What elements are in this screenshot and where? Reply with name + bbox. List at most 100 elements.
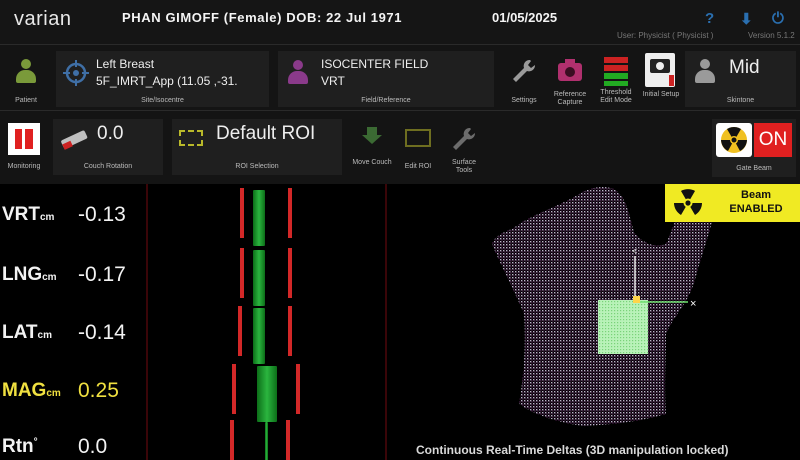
site-plan: 5F_IMRT_App (11.05 ,-31. [96, 74, 238, 88]
site-caption: Site/Isocentre [141, 97, 184, 104]
svg-text:<: < [632, 246, 637, 256]
surface-3d-view[interactable]: × < [404, 184, 800, 460]
gate-beam-label: Gate Beam [736, 165, 772, 172]
skintone-selector[interactable]: Mid Skintone [685, 51, 796, 107]
site-isocentre-selector[interactable]: Left Breast 5F_IMRT_App (11.05 ,-31. Sit… [56, 51, 269, 107]
readout-label-mag: MAGcm [2, 380, 61, 401]
reference-capture-button[interactable]: Reference Capture [548, 51, 592, 109]
panel-divider-right [385, 184, 387, 460]
readout-value-rtn: 0.0 [78, 435, 108, 458]
field-reference: VRT [321, 74, 345, 88]
threshold-label: Threshold Edit Mode [600, 89, 632, 104]
initial-setup-button[interactable]: Initial Setup [642, 51, 680, 109]
readout-label-lat: LATcm [2, 322, 52, 343]
move-couch-label: Move Couch [352, 159, 392, 166]
monitoring-button[interactable]: Monitoring [4, 119, 44, 181]
edit-roi-label: Edit ROI [404, 163, 432, 170]
toolbar-row-1: Patient Left Breast 5F_IMRT_App (11.05 ,… [0, 44, 800, 110]
surface-tools-icon [453, 127, 476, 150]
couch-rotation-field[interactable]: 0.0 Couch Rotation [53, 119, 163, 175]
site-name: Left Breast [96, 57, 155, 71]
user-label: User: Physicist ( Physicist ) [617, 31, 714, 40]
delta-bar [257, 366, 277, 422]
surface-tools-label: Surface Tools [451, 159, 477, 174]
varian-logo: varian [14, 8, 72, 30]
svg-text:×: × [690, 298, 696, 310]
tolerance-mark [288, 306, 292, 356]
initial-setup-icon [645, 53, 675, 87]
move-couch-icon [362, 127, 382, 144]
gate-on-toggle[interactable]: ON [754, 123, 792, 157]
title-bar: varian PHAN GIMOFF (Female) DOB: 22 Jul … [0, 0, 800, 44]
skintone-value: Mid [729, 57, 760, 78]
view-caption: Continuous Real-Time Deltas (3D manipula… [416, 443, 729, 457]
beam-label: Beam [741, 189, 771, 201]
monitoring-label: Monitoring [7, 163, 41, 170]
version-label: Version 5.1.2 [748, 31, 795, 40]
tolerance-mark [296, 364, 300, 414]
patient-icon [15, 59, 37, 83]
readout-value-mag: 0.25 [78, 379, 119, 402]
delta-bar [253, 308, 266, 364]
skintone-person-icon [694, 59, 716, 83]
panel-divider-left [146, 184, 148, 460]
point-cloud-render: × < [492, 187, 714, 426]
field-reference-selector[interactable]: ISOCENTER FIELD VRT Field/Reference [278, 51, 494, 107]
monitoring-icon [8, 123, 40, 155]
tolerance-mark [288, 248, 292, 298]
help-icon[interactable]: ? [705, 10, 714, 27]
readout-value-lat: -0.14 [78, 321, 126, 344]
settings-button[interactable]: Settings [504, 51, 544, 107]
couch-rotation-icon [61, 130, 88, 150]
patient-label: Patient [15, 97, 37, 104]
toolbar-row-2: Monitoring 0.0 Couch Rotation Default RO… [0, 110, 800, 184]
roi-label: ROI Selection [235, 163, 279, 170]
tolerance-mark [240, 248, 244, 298]
couch-rotation-value: 0.0 [97, 123, 124, 144]
edit-roi-icon [405, 129, 431, 147]
power-icon[interactable]: ⏻ [772, 10, 784, 27]
tolerance-mark [240, 188, 244, 238]
wrench-icon [513, 59, 536, 82]
camera-icon [558, 59, 582, 81]
delta-bar [252, 250, 265, 306]
beam-radiation-icon [674, 189, 702, 215]
tolerance-mark [288, 188, 292, 238]
deltas-panel: VRTcm -0.13 LNGcm -0.17 LATcm -0.14 MAGcm 0.25 R… [0, 184, 403, 460]
threshold-icon [604, 57, 628, 86]
readout-label-vrt: VRTcm [2, 204, 55, 225]
roi-selection-field[interactable]: Default ROI ROI Selection [172, 119, 342, 175]
move-couch-button[interactable]: Move Couch [352, 119, 392, 181]
crosshair-icon [63, 60, 89, 86]
readout-label-lng: LNGcm [2, 264, 57, 285]
patient-button[interactable]: Patient [4, 51, 48, 107]
gate-beam-control[interactable]: ON Gate Beam [712, 119, 796, 177]
delta-bar [264, 422, 268, 460]
delta-bar [253, 190, 266, 246]
readout-value-lng: -0.17 [78, 263, 126, 286]
download-icon[interactable]: ⬇ [740, 10, 753, 28]
readout-value-vrt: -0.13 [78, 203, 126, 226]
roi-value: Default ROI [216, 123, 316, 144]
field-name: ISOCENTER FIELD [321, 57, 429, 71]
readout-label-rtn: Rtn° [2, 436, 38, 457]
field-caption: Field/Reference [361, 97, 411, 104]
tolerance-mark [230, 420, 234, 460]
edit-roi-button[interactable]: Edit ROI [398, 119, 438, 181]
beam-enabled-indicator: Beam ENABLED [665, 184, 800, 222]
settings-label: Settings [511, 97, 537, 104]
beam-status: ENABLED [729, 203, 783, 215]
date-header: 01/05/2025 [492, 10, 558, 25]
threshold-edit-button[interactable]: Threshold Edit Mode [596, 51, 636, 109]
skintone-label: Skintone [726, 97, 755, 104]
couch-rotation-label: Couch Rotation [83, 163, 133, 170]
roi-box-icon [179, 130, 203, 146]
reference-capture-label: Reference Capture [553, 91, 587, 106]
tolerance-mark [286, 420, 290, 460]
surface-tools-button[interactable]: Surface Tools [443, 119, 485, 181]
tolerance-mark [238, 306, 242, 356]
patient-header: PHAN GIMOFF (Female) DOB: 22 Jul 1971 [122, 10, 403, 25]
tolerance-mark [232, 364, 236, 414]
field-person-icon [287, 60, 309, 84]
initial-setup-label: Initial Setup [642, 91, 680, 98]
